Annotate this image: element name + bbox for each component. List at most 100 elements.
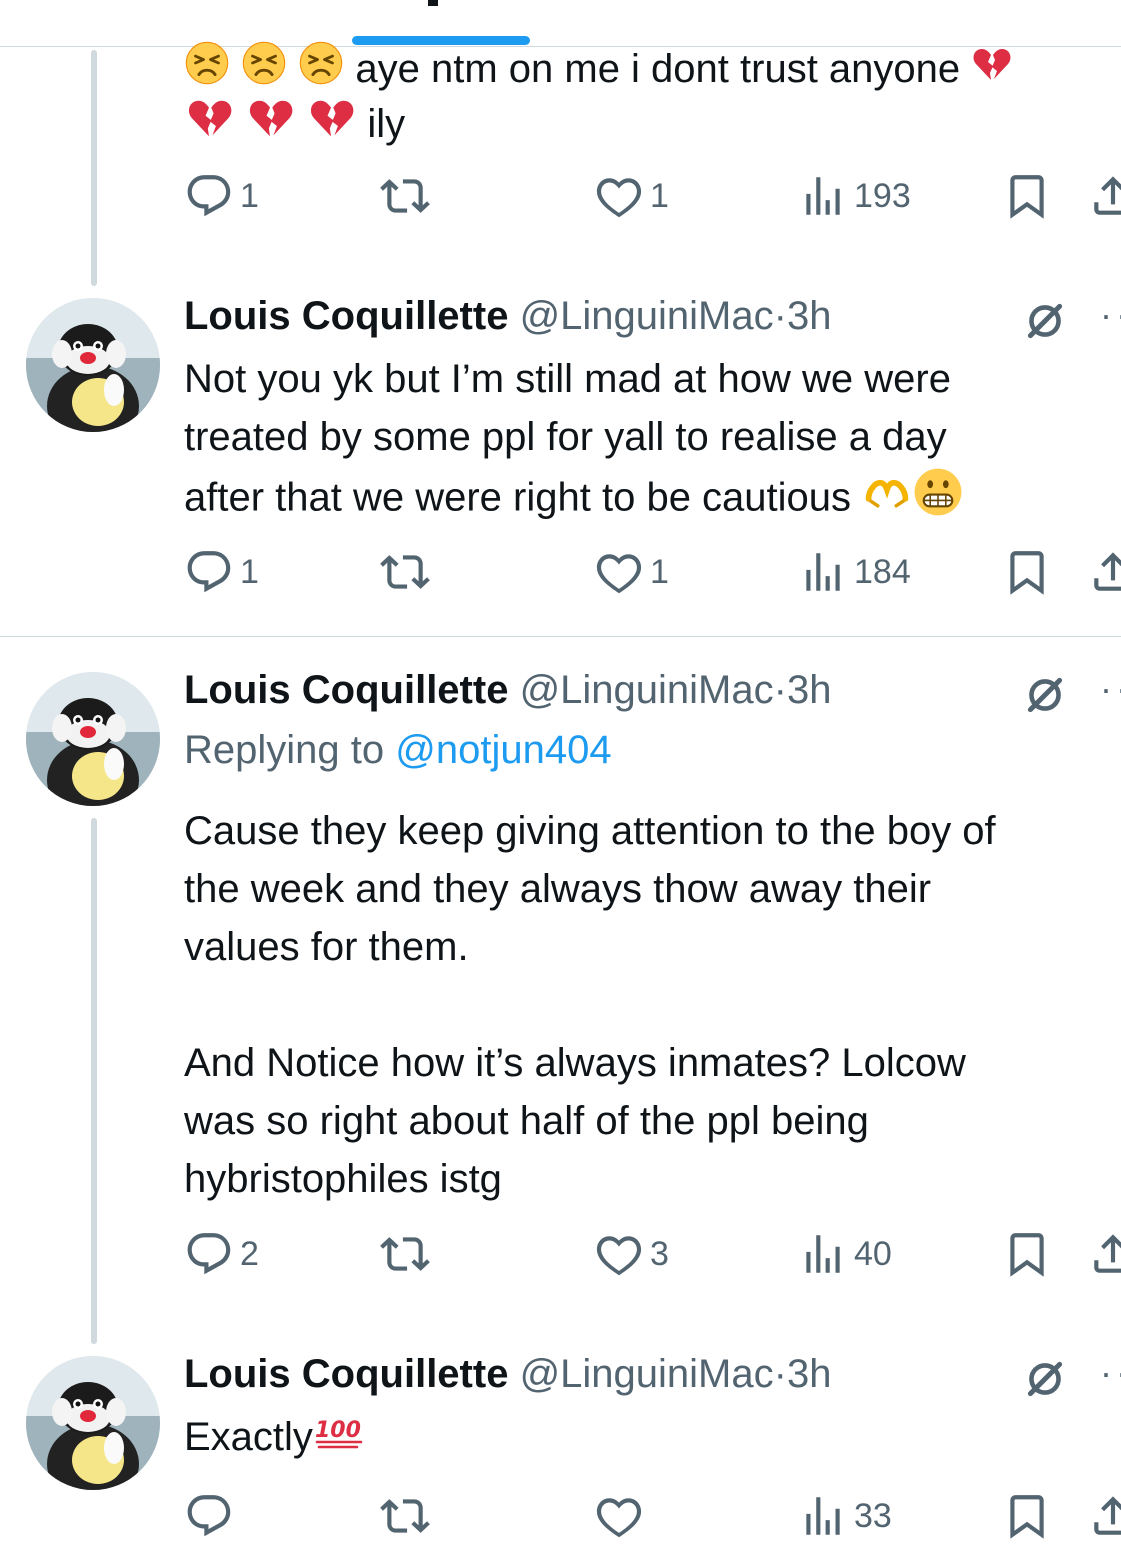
reply-count: 1 — [240, 552, 259, 591]
grimacing-face-emoji — [912, 466, 964, 534]
views-count: 184 — [854, 552, 911, 591]
tweet-text-line: ily — [367, 102, 406, 146]
tweet-text-line: aye ntm on me i dont trust anyone — [355, 47, 961, 91]
more-options-icon[interactable]: ·· — [1100, 1352, 1121, 1394]
tweet-text-line: treated by some ppl for yall to realise … — [184, 415, 947, 459]
share-icon — [1088, 1491, 1121, 1541]
tweet-divider — [0, 636, 1121, 637]
heart-icon — [594, 171, 644, 221]
like-count: 1 — [650, 176, 669, 215]
share-button[interactable] — [1088, 542, 1121, 602]
more-options-icon[interactable]: ·· — [1100, 668, 1121, 710]
tweet-text: ily — [184, 95, 405, 157]
reply-icon — [184, 547, 234, 597]
repost-icon — [380, 1491, 430, 1541]
tweet-text-line: Cause they keep giving attention to the … — [184, 809, 996, 853]
display-name[interactable]: Louis Coquillette — [184, 1352, 508, 1396]
reply-count: 2 — [240, 1234, 259, 1273]
tweet-header: Louis Coquillette @LinguiniMac·3h — [184, 668, 831, 716]
thread-connector-line — [91, 818, 97, 1344]
views-button[interactable]: 33 — [798, 1486, 892, 1546]
share-button[interactable] — [1088, 1486, 1121, 1546]
grok-icon[interactable] — [1020, 296, 1070, 346]
weary-face-emoji — [298, 40, 344, 102]
avatar[interactable] — [26, 1356, 160, 1490]
views-icon — [798, 547, 848, 597]
views-count: 40 — [854, 1234, 892, 1273]
like-count: 3 — [650, 1234, 669, 1273]
tweet-text-line: was so right about half of the ppl being — [184, 1099, 869, 1143]
repost-button[interactable] — [380, 542, 430, 602]
tweet-text-line: the week and they always thow away their — [184, 867, 932, 911]
heart-icon — [594, 1491, 644, 1541]
repost-button[interactable] — [380, 166, 430, 226]
timestamp[interactable]: 3h — [787, 294, 832, 338]
views-icon — [798, 1229, 848, 1279]
tweet-actions: 2 3 40 — [184, 1224, 1121, 1284]
display-name[interactable]: Louis Coquillette — [184, 668, 508, 712]
timestamp[interactable]: 3h — [787, 1352, 832, 1396]
tweet-text: Exactly — [184, 1408, 373, 1469]
heart-icon — [594, 547, 644, 597]
broken-heart-emoji — [184, 95, 234, 157]
broken-heart-emoji — [306, 95, 356, 157]
reply-button[interactable] — [184, 1486, 234, 1546]
bookmark-button[interactable] — [1002, 166, 1052, 226]
heart-icon — [594, 1229, 644, 1279]
bookmark-icon — [1002, 1491, 1052, 1541]
tweet-text-line: after that we were right to be cautious — [184, 475, 852, 520]
reply-icon — [184, 1491, 234, 1541]
views-button[interactable]: 40 — [798, 1224, 892, 1284]
reply-button[interactable]: 1 — [184, 542, 259, 602]
grok-icon[interactable] — [1020, 1354, 1070, 1404]
avatar[interactable] — [26, 672, 160, 806]
thread-connector-line — [91, 50, 97, 286]
tweet-text-line: Exactly — [184, 1415, 313, 1459]
like-button[interactable]: 1 — [594, 542, 669, 602]
bookmark-button[interactable] — [1002, 542, 1052, 602]
tweet-text-line: And Notice how it’s always inmates? Lolc… — [184, 1041, 966, 1085]
tweet-text-line: values for them. — [184, 925, 469, 969]
user-handle[interactable]: @LinguiniMac — [520, 668, 774, 712]
like-button[interactable]: 3 — [594, 1224, 669, 1284]
separator-dot: · — [773, 1352, 787, 1396]
tab-label-fragment — [428, 0, 438, 6]
replying-to-label: Replying to — [184, 728, 385, 772]
tweet-text: after that we were right to be cautious — [184, 466, 964, 534]
share-button[interactable] — [1088, 166, 1121, 226]
user-handle[interactable]: @LinguiniMac — [520, 294, 774, 338]
repost-button[interactable] — [380, 1486, 430, 1546]
replying-to-mention[interactable]: @notjun404 — [395, 728, 611, 772]
user-handle[interactable]: @LinguiniMac — [520, 1352, 774, 1396]
reply-button[interactable]: 1 — [184, 166, 259, 226]
like-button[interactable]: 1 — [594, 166, 669, 226]
views-button[interactable]: 193 — [798, 166, 911, 226]
timestamp[interactable]: 3h — [787, 668, 832, 712]
share-icon — [1088, 547, 1121, 597]
share-button[interactable] — [1088, 1224, 1121, 1284]
repost-icon — [380, 547, 430, 597]
heart-hands-emoji — [862, 469, 912, 531]
bookmark-icon — [1002, 171, 1052, 221]
share-icon — [1088, 171, 1121, 221]
reply-icon — [184, 1229, 234, 1279]
bookmark-button[interactable] — [1002, 1224, 1052, 1284]
display-name[interactable]: Louis Coquillette — [184, 294, 508, 338]
broken-heart-emoji — [245, 95, 295, 157]
tweet-text-line: hybristophiles istg — [184, 1157, 502, 1201]
bookmark-button[interactable] — [1002, 1486, 1052, 1546]
reply-button[interactable]: 2 — [184, 1224, 259, 1284]
avatar[interactable] — [26, 298, 160, 432]
views-count: 193 — [854, 176, 911, 215]
repost-icon — [380, 1229, 430, 1279]
tweet-actions: 33 — [184, 1486, 1121, 1546]
views-icon — [798, 1491, 848, 1541]
repost-button[interactable] — [380, 1224, 430, 1284]
separator-dot: · — [773, 294, 787, 338]
tweet-actions: 1 1 193 — [184, 166, 1121, 226]
tweet-actions: 1 1 184 — [184, 542, 1121, 602]
views-button[interactable]: 184 — [798, 542, 911, 602]
like-button[interactable] — [594, 1486, 644, 1546]
grok-icon[interactable] — [1020, 670, 1070, 720]
more-options-icon[interactable]: ·· — [1100, 294, 1121, 336]
